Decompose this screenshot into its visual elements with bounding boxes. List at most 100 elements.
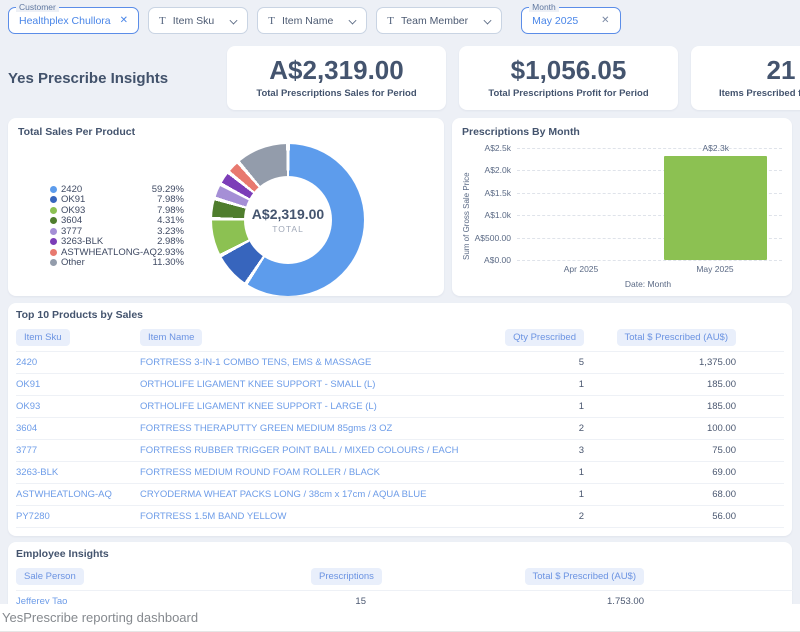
col-qty-prescribed[interactable]: Qty Prescribed: [505, 329, 584, 346]
legend-item[interactable]: 3604 4.31%: [50, 215, 184, 226]
total-value: 69.00: [584, 461, 736, 484]
qty-value: 2: [484, 417, 584, 440]
legend-swatch: [50, 259, 57, 266]
qty-value: 3: [484, 439, 584, 462]
item-name-link[interactable]: ORTHOLIFE LIGAMENT KNEE SUPPORT - SMALL …: [140, 373, 484, 396]
table-row[interactable]: Jefferey Tao 15 1,753.00: [16, 590, 794, 604]
page-title-wrap: Yes Prescribe Insights: [8, 46, 214, 110]
y-axis-ticks: A$2.5k A$2.0k A$1.5k A$1.0k A$500.00 A$0…: [474, 143, 511, 265]
chevron-down-icon: [230, 17, 237, 24]
pie-chart-title: Total Sales Per Product: [18, 126, 136, 138]
qty-value: 1: [484, 373, 584, 396]
chevron-down-icon: [349, 17, 356, 24]
legend-swatch: [50, 217, 57, 224]
table-row[interactable]: 3263-BLK FORTRESS MEDIUM ROUND FOAM ROLL…: [16, 461, 784, 484]
chevron-down-icon: [484, 17, 491, 24]
x-axis-label: Date: Month: [624, 279, 672, 289]
item-sku-link[interactable]: PY7280: [16, 505, 140, 528]
table-row[interactable]: 2420 FORTRESS 3-IN-1 COMBO TENS, EMS & M…: [16, 351, 784, 374]
legend-item[interactable]: 3777 3.23%: [50, 226, 184, 237]
item-name-link[interactable]: CRYODERMA WHEAT PACKS LONG / 38cm x 17cm…: [140, 483, 484, 506]
qty-value: 1: [484, 395, 584, 418]
filter-team-member[interactable]: Team Member: [376, 7, 503, 34]
legend-swatch: [50, 238, 57, 245]
filter-item-sku[interactable]: Item Sku: [148, 7, 249, 34]
x-axis-ticks: Apr 2025 May 2025: [563, 264, 734, 274]
total-value: 1,375.00: [584, 351, 736, 374]
filter-team-member-label: Team Member: [401, 14, 469, 27]
pie-chart-card: Total Sales Per Product 2420 59.29% OK91 7…: [8, 118, 444, 296]
table-row[interactable]: 3777 FORTRESS RUBBER TRIGGER POINT BALL …: [16, 439, 784, 462]
col-emp-total[interactable]: Total $ Prescribed (AU$): [524, 568, 644, 585]
legend-swatch: [50, 206, 57, 214]
kpi-card-items: 21 Items Prescribed for Period: [691, 46, 800, 110]
item-name-link[interactable]: FORTRESS 1.5M BAND YELLOW: [140, 505, 484, 528]
legend-item[interactable]: 2420 59.29%: [50, 184, 184, 195]
item-sku-link[interactable]: 2420: [16, 351, 140, 374]
col-prescriptions[interactable]: Prescriptions: [311, 568, 382, 585]
bar-slot-may: A$2.3k: [650, 143, 783, 260]
clear-customer-icon[interactable]: [120, 15, 128, 26]
bar-may[interactable]: [664, 156, 768, 260]
kpi-items-label: Items Prescribed for Period: [718, 88, 800, 100]
table-row[interactable]: OK93 ORTHOLIFE LIGAMENT KNEE SUPPORT - L…: [16, 395, 784, 418]
legend-item[interactable]: Other 11.30%: [50, 257, 184, 268]
col-item-name[interactable]: Item Name: [140, 329, 203, 346]
total-value: 75.00: [584, 439, 736, 462]
item-sku-link[interactable]: 3777: [16, 439, 140, 462]
item-sku-link[interactable]: 3604: [16, 417, 140, 440]
table-row[interactable]: ASTWHEATLONG-AQ CRYODERMA WHEAT PACKS LO…: [16, 483, 784, 506]
qty-value: 5: [484, 351, 584, 374]
bar-slot-apr: [517, 148, 650, 260]
qty-value: 2: [484, 505, 584, 528]
clear-month-icon[interactable]: [601, 15, 609, 26]
filter-item-sku-label: Item Sku: [172, 14, 215, 27]
kpi-row: Yes Prescribe Insights A$2,319.00 Total …: [8, 46, 800, 110]
top-products-title: Top 10 Products by Sales: [16, 309, 144, 321]
item-sku-link[interactable]: OK93: [16, 395, 140, 418]
sale-person-link[interactable]: Jefferey Tao: [16, 590, 311, 604]
donut-total-value: A$2,319.00: [251, 206, 325, 222]
table-row[interactable]: PY7280 FORTRESS 1.5M BAND YELLOW 2 56.00: [16, 505, 784, 528]
table-row[interactable]: 3604 FORTRESS THERAPUTTY GREEN MEDIUM 85…: [16, 417, 784, 440]
item-sku-link[interactable]: 3263-BLK: [16, 461, 140, 484]
total-value: 100.00: [584, 417, 736, 440]
item-name-link[interactable]: FORTRESS 3-IN-1 COMBO TENS, EMS & MASSAG…: [140, 351, 484, 374]
bar-value-label: A$2.3k: [702, 143, 729, 154]
total-value: 56.00: [584, 505, 736, 528]
kpi-profit-value: $1,056.05: [510, 54, 627, 85]
qty-value: 1: [484, 483, 584, 506]
bar-chart-title: Prescriptions By Month: [462, 126, 580, 138]
filter-month-label: Month: [529, 2, 559, 12]
item-name-link[interactable]: ORTHOLIFE LIGAMENT KNEE SUPPORT - LARGE …: [140, 395, 484, 418]
filter-month-value: May 2025: [532, 14, 579, 27]
legend-item[interactable]: OK91 7.98%: [50, 194, 184, 205]
total-value: 185.00: [584, 373, 736, 396]
item-sku-link[interactable]: ASTWHEATLONG-AQ: [16, 483, 140, 506]
donut-chart[interactable]: A$2,319.00 TOTAL: [212, 144, 364, 296]
employee-insights-title: Employee Insights: [16, 548, 109, 560]
legend-swatch: [50, 196, 57, 203]
filter-customer[interactable]: Customer Healthplex Chullora: [8, 2, 140, 34]
item-name-link[interactable]: FORTRESS MEDIUM ROUND FOAM ROLLER / BLAC…: [140, 461, 484, 484]
table-header-row: Item Sku Item Name Qty Prescribed Total …: [16, 321, 784, 352]
caption-text: YesPrescribe reporting dashboard: [2, 610, 199, 625]
legend-item[interactable]: ASTWHEATLONG-AQ 2.93%: [50, 247, 184, 258]
col-item-sku[interactable]: Item Sku: [16, 329, 70, 346]
col-total-prescribed[interactable]: Total $ Prescribed (AU$): [616, 329, 736, 346]
item-sku-link[interactable]: OK91: [16, 373, 140, 396]
kpi-sales-value: A$2,319.00: [269, 54, 404, 85]
col-sale-person[interactable]: Sale Person: [16, 568, 84, 585]
kpi-items-value: 21: [766, 54, 796, 85]
filter-bar: Customer Healthplex Chullora Item Sku It…: [8, 2, 792, 34]
legend-swatch: [50, 248, 57, 256]
filter-customer-value: Healthplex Chullora: [19, 14, 111, 27]
filter-month[interactable]: Month May 2025: [521, 2, 621, 34]
legend-swatch: [50, 185, 57, 193]
item-name-link[interactable]: FORTRESS RUBBER TRIGGER POINT BALL / MIX…: [140, 439, 484, 462]
table-row[interactable]: OK91 ORTHOLIFE LIGAMENT KNEE SUPPORT - S…: [16, 373, 784, 396]
item-name-link[interactable]: FORTRESS THERAPUTTY GREEN MEDIUM 85gms /…: [140, 417, 484, 440]
legend-item[interactable]: OK93 7.98%: [50, 205, 184, 216]
legend-item[interactable]: 3263-BLK 2.98%: [50, 236, 184, 247]
filter-item-name[interactable]: Item Name: [257, 7, 368, 34]
